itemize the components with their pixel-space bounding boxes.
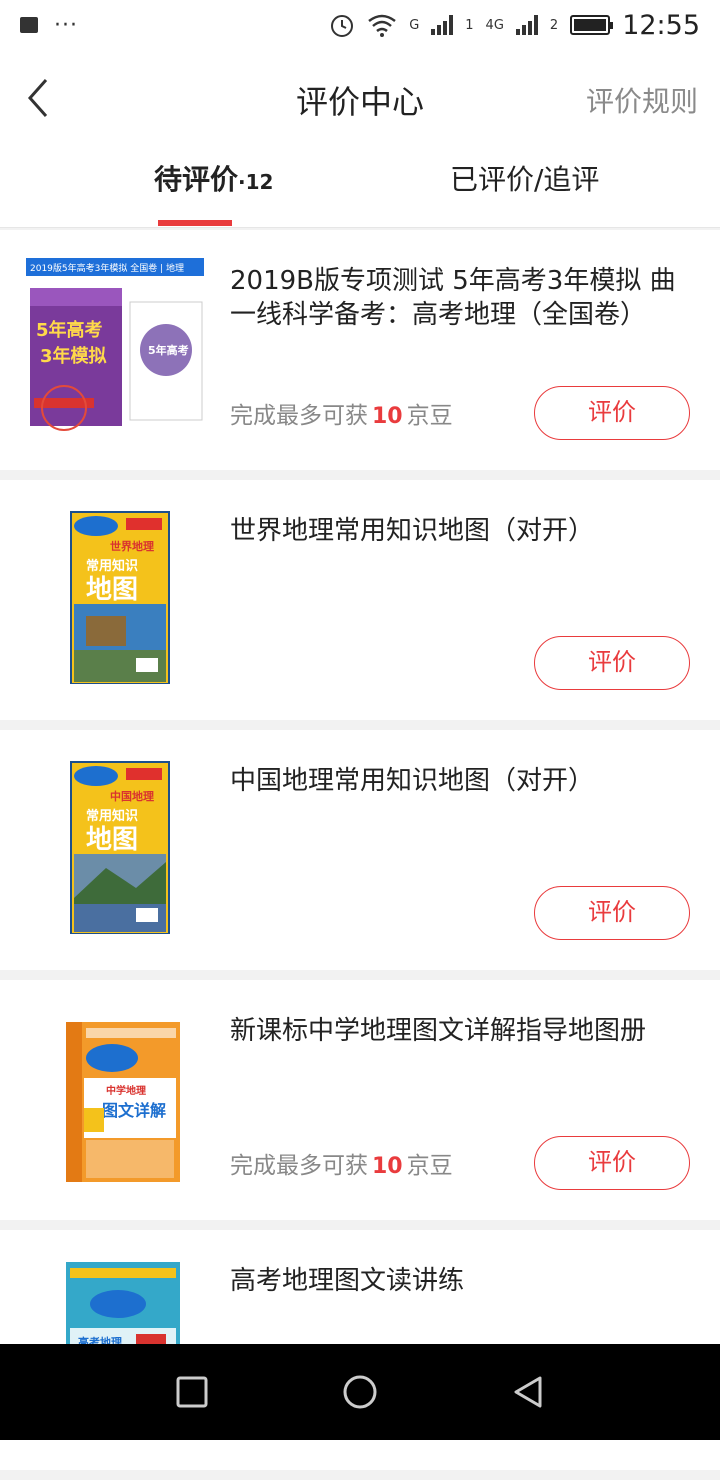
product-title[interactable]: 新课标中学地理图文详解指导地图册 bbox=[230, 1014, 690, 1048]
header: 评价中心 评价规则 bbox=[0, 50, 720, 146]
review-rules-link[interactable]: 评价规则 bbox=[586, 80, 698, 120]
product-title[interactable]: 高考地理图文读讲练 bbox=[230, 1264, 690, 1298]
svg-text:5年高考: 5年高考 bbox=[148, 343, 189, 357]
status-bar: ··· G 1 4G 2 12:55 bbox=[0, 0, 720, 50]
product-thumbnail[interactable]: 中国地理 常用知识 地图 bbox=[26, 758, 206, 934]
svg-text:地图: 地图 bbox=[86, 825, 138, 855]
network-type-g: G bbox=[409, 17, 420, 33]
review-button[interactable]: 评价 bbox=[534, 386, 690, 440]
reward-prefix: 完成最多可获 bbox=[230, 1153, 368, 1179]
list-item: 中国地理 常用知识 地图 中国地理常用知识地图（对开） 评价 bbox=[0, 730, 720, 970]
reward-beans-count: 10 bbox=[372, 1154, 403, 1179]
tab-pending-separator: · bbox=[238, 170, 246, 194]
review-button[interactable]: 评价 bbox=[534, 636, 690, 690]
sim1-label: 1 bbox=[465, 17, 474, 33]
svg-text:地图: 地图 bbox=[86, 575, 138, 605]
more-dots: ··· bbox=[54, 12, 78, 38]
svg-text:常用知识: 常用知识 bbox=[86, 808, 138, 824]
tab-pending[interactable]: 待评价·12 bbox=[154, 158, 273, 198]
svg-text:中学地理: 中学地理 bbox=[106, 1084, 146, 1097]
product-title[interactable]: 2019B版专项测试 5年高考3年模拟 曲一线科学备考：高考地理（全国卷） bbox=[230, 264, 690, 332]
review-button[interactable]: 评价 bbox=[534, 1136, 690, 1190]
reward-text: 完成最多可获 10 京豆 bbox=[230, 396, 453, 430]
signal-icon bbox=[515, 15, 538, 35]
battery-icon bbox=[570, 15, 614, 35]
cover-banner: 2019版5年高考3年模拟 全国卷 | 地理 bbox=[30, 262, 184, 274]
back-triangle-icon[interactable] bbox=[508, 1372, 548, 1412]
tab-bar: 待评价·12 已评价/追评 bbox=[0, 146, 720, 228]
tab-pending-label: 待评价 bbox=[154, 163, 239, 196]
svg-text:中国地理: 中国地理 bbox=[110, 789, 154, 803]
tab-reviewed[interactable]: 已评价/追评 bbox=[450, 158, 599, 198]
signal-icon bbox=[431, 15, 454, 35]
home-icon[interactable] bbox=[340, 1372, 380, 1412]
sim2-label: 2 bbox=[549, 17, 559, 33]
svg-text:3年模拟: 3年模拟 bbox=[40, 345, 107, 367]
svg-text:5年高考: 5年高考 bbox=[36, 319, 103, 341]
reward-suffix: 京豆 bbox=[406, 403, 453, 429]
pending-review-list: 2019版5年高考3年模拟 全国卷 | 地理 5年高考 3年模拟 5年高考 20… bbox=[0, 230, 720, 1480]
review-button[interactable]: 评价 bbox=[534, 886, 690, 940]
network-type-4g: 4G bbox=[485, 17, 504, 33]
product-thumbnail[interactable]: 世界地理 常用知识 地图 bbox=[26, 508, 206, 684]
list-item: 中学地理 图文详解 新课标中学地理图文详解指导地图册 完成最多可获 10 京豆 评价 bbox=[0, 980, 720, 1220]
product-title[interactable]: 世界地理常用知识地图（对开） bbox=[230, 514, 690, 548]
list-item: 2019版5年高考3年模拟 全国卷 | 地理 5年高考 3年模拟 5年高考 20… bbox=[0, 230, 720, 470]
svg-text:世界地理: 世界地理 bbox=[110, 539, 154, 553]
alarm-icon bbox=[331, 15, 354, 37]
gallery-icon bbox=[20, 17, 38, 33]
recent-apps-icon[interactable] bbox=[172, 1372, 212, 1412]
active-tab-indicator bbox=[158, 220, 232, 226]
reward-beans-count: 10 bbox=[372, 404, 403, 429]
reward-text: 完成最多可获 10 京豆 bbox=[230, 1146, 453, 1180]
tab-pending-count: 12 bbox=[245, 170, 274, 194]
list-item: 世界地理 常用知识 地图 世界地理常用知识地图（对开） 评价 bbox=[0, 480, 720, 720]
svg-text:常用知识: 常用知识 bbox=[86, 558, 138, 574]
system-nav-bar bbox=[0, 1344, 720, 1440]
wifi-icon bbox=[368, 14, 396, 37]
product-thumbnail[interactable]: 2019版5年高考3年模拟 全国卷 | 地理 5年高考 3年模拟 5年高考 bbox=[26, 258, 206, 434]
reward-suffix: 京豆 bbox=[406, 1153, 453, 1179]
clock: 12:55 bbox=[622, 9, 700, 41]
product-thumbnail[interactable]: 中学地理 图文详解 bbox=[26, 1008, 206, 1184]
svg-text:图文详解: 图文详解 bbox=[102, 1101, 166, 1120]
product-title[interactable]: 中国地理常用知识地图（对开） bbox=[230, 764, 690, 798]
reward-prefix: 完成最多可获 bbox=[230, 403, 368, 429]
